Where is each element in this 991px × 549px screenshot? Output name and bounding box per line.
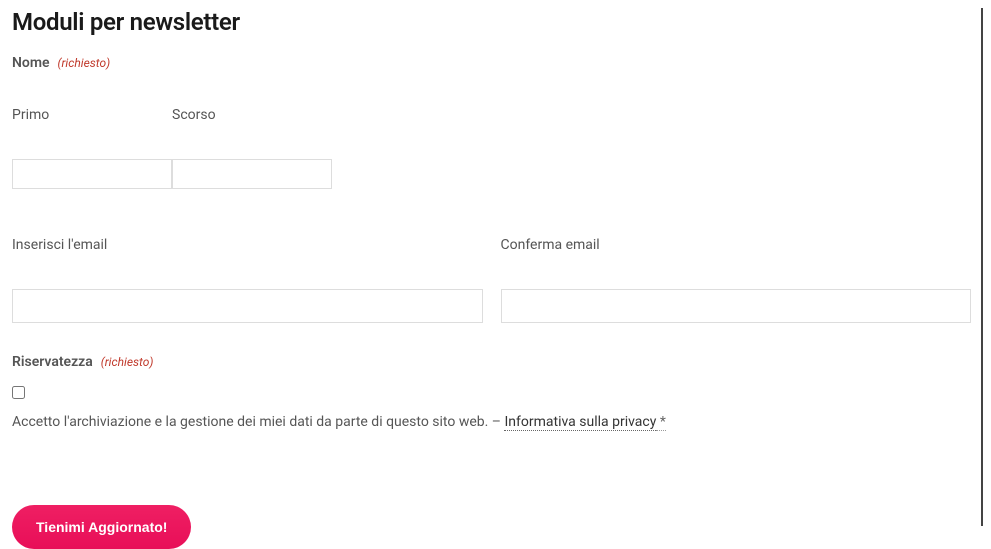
first-name-label: Primo bbox=[12, 107, 172, 123]
privacy-policy-link[interactable]: Informativa sulla privacy bbox=[504, 414, 656, 431]
required-asterisk: * bbox=[656, 414, 666, 431]
page-title: Moduli per newsletter bbox=[12, 8, 971, 36]
privacy-block: Riservatezza (richiesto) Accetto l'archi… bbox=[12, 351, 971, 433]
privacy-checkbox[interactable] bbox=[12, 386, 25, 399]
privacy-required: (richiesto) bbox=[101, 355, 154, 369]
name-required: (richiesto) bbox=[58, 56, 111, 70]
name-label: Nome bbox=[12, 55, 50, 71]
confirm-email-input[interactable] bbox=[501, 289, 972, 323]
confirm-email-label: Conferma email bbox=[501, 237, 972, 253]
name-field-block: Nome (richiesto) Primo Scorso bbox=[12, 52, 971, 189]
first-name-input[interactable] bbox=[12, 159, 172, 189]
enter-email-label: Inserisci l'email bbox=[12, 237, 483, 253]
last-name-label: Scorso bbox=[172, 107, 332, 123]
privacy-label: Riservatezza bbox=[12, 354, 93, 370]
last-name-input[interactable] bbox=[172, 159, 332, 189]
submit-button[interactable]: Tienimi Aggiornato! bbox=[12, 505, 191, 549]
enter-email-input[interactable] bbox=[12, 289, 483, 323]
consent-text: Accetto l'archiviazione e la gestione de… bbox=[12, 414, 504, 430]
privacy-consent-text: Accetto l'archiviazione e la gestione de… bbox=[12, 413, 971, 433]
